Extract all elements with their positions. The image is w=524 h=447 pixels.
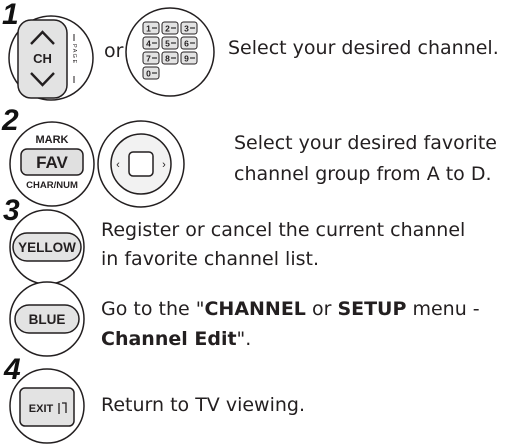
- mark-label: MARK: [36, 134, 69, 146]
- keypad-key-1: 1: [142, 21, 160, 35]
- channel-edit-name: Channel Edit: [101, 328, 237, 350]
- right-arrow-icon: ›: [162, 159, 166, 171]
- blue-label: BLUE: [29, 312, 66, 327]
- svg-text:5: 5: [165, 39, 170, 49]
- yellow-label: YELLOW: [18, 240, 76, 255]
- text-menu: menu -: [406, 298, 480, 320]
- navigation-pad-illustration: ‹ ›: [97, 120, 185, 208]
- step-2-text-line1: Select your desired favorite: [234, 132, 497, 154]
- step-1-text: Select your desired channel.: [228, 37, 499, 59]
- keypad-key-5: 5: [161, 36, 179, 50]
- channel-menu-name: CHANNEL: [204, 298, 306, 320]
- text-suffix: ".: [236, 328, 252, 350]
- step-3-text-line2: in favorite channel list.: [101, 248, 319, 270]
- keypad-key-9: 9: [180, 51, 198, 65]
- blue-step-text-line2: Channel Edit".: [101, 325, 251, 353]
- blue-button-illustration: BLUE: [9, 281, 85, 357]
- keypad-key-3: 3: [180, 21, 198, 35]
- svg-text:9: 9: [184, 54, 189, 64]
- text-or: or: [305, 298, 338, 320]
- svg-text:2: 2: [165, 24, 170, 34]
- blue-step-text-line1: Go to the "CHANNEL or SETUP menu -: [101, 295, 480, 323]
- step-4-text: Return to TV viewing.: [101, 394, 306, 416]
- step-2-text-line2: channel group from A to D.: [234, 163, 492, 185]
- keypad-key-0: 0: [142, 66, 160, 80]
- svg-text:0: 0: [146, 69, 151, 79]
- fav-label: FAV: [36, 153, 68, 172]
- yellow-button-illustration: YELLOW: [9, 209, 85, 285]
- svg-text:8: 8: [165, 54, 170, 64]
- step-3-text-line1: Register or cancel the current channel: [101, 219, 466, 241]
- svg-text:6: 6: [184, 39, 189, 49]
- charnum-label: CHAR/NUM: [26, 180, 78, 191]
- svg-text:4: 4: [146, 39, 151, 49]
- exit-button-illustration: EXIT: [9, 368, 85, 444]
- exit-label: EXIT: [29, 403, 54, 415]
- svg-text:3: 3: [184, 24, 189, 34]
- or-connector: or: [104, 40, 124, 62]
- text-prefix: Go to the ": [101, 298, 205, 320]
- number-keypad-illustration: 1 2 3 4 5 6 7 8 9 0: [125, 7, 215, 97]
- ok-button: [128, 151, 154, 177]
- svg-text:1: 1: [146, 24, 151, 34]
- setup-menu-name: SETUP: [337, 298, 407, 320]
- ch-label: CH: [33, 51, 52, 66]
- keypad-key-4: 4: [142, 36, 160, 50]
- left-arrow-icon: ‹: [116, 159, 120, 171]
- keypad-key-8: 8: [161, 51, 179, 65]
- keypad-key-6: 6: [180, 36, 198, 50]
- svg-text:7: 7: [146, 54, 151, 64]
- keypad-key-7: 7: [142, 51, 160, 65]
- page-label: P A G E: [71, 44, 77, 63]
- keypad-key-2: 2: [161, 21, 179, 35]
- ch-page-button-illustration: CH P A G E: [8, 15, 94, 101]
